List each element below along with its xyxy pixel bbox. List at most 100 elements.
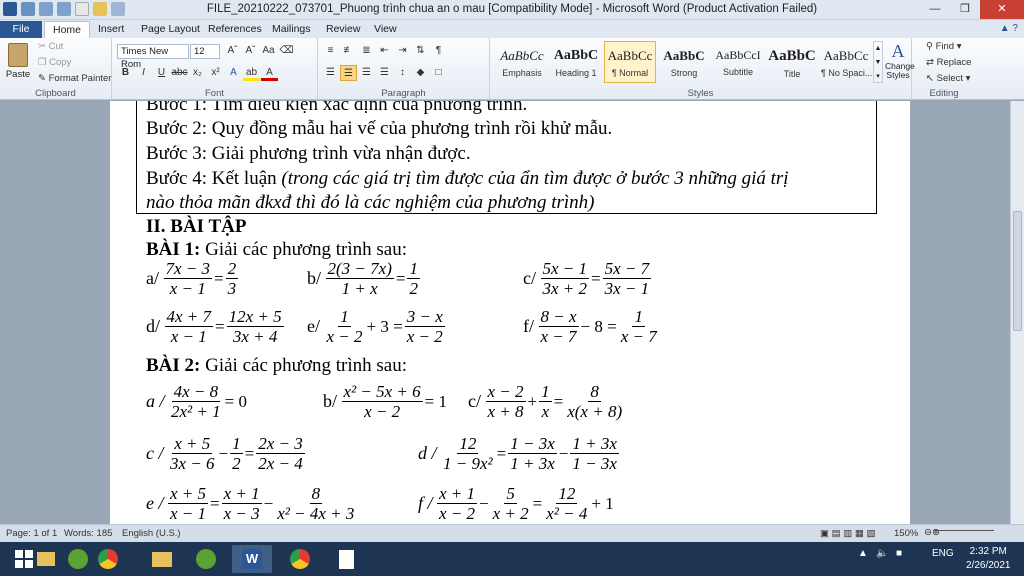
- font-size-controls: Aˆ Aˇ Aa ⌫: [224, 43, 295, 59]
- strikethrough-icon[interactable]: abc: [171, 65, 188, 81]
- tab-view[interactable]: View: [366, 21, 405, 38]
- language-indicator[interactable]: English (U.S.): [122, 528, 181, 539]
- clear-formatting-icon[interactable]: ⌫: [278, 43, 295, 59]
- align-right-icon[interactable]: ☰: [358, 65, 375, 81]
- change-case-icon[interactable]: Aa: [260, 43, 277, 59]
- style-subtitle[interactable]: AaBbCcI Subtitle: [712, 41, 764, 83]
- change-styles-button[interactable]: A Change Styles: [884, 40, 915, 86]
- tab-review[interactable]: Review: [318, 21, 368, 38]
- chrome-icon[interactable]: [88, 545, 128, 573]
- exercise-2c-second: c / x + 5 3x − 6−1 2 = 2x − 3 2x − 4: [146, 434, 305, 473]
- font-group: Times New Rom 12 Aˆ Aˇ Aa ⌫ B I U abc x₂…: [112, 38, 318, 100]
- style-title[interactable]: AaBbC Title: [766, 41, 818, 83]
- folder-icon[interactable]: [142, 545, 182, 573]
- subscript-icon[interactable]: x₂: [189, 65, 206, 81]
- page-count[interactable]: Page: 1 of 1: [6, 528, 57, 539]
- font-group-label: Font: [204, 88, 224, 99]
- tab-insert[interactable]: Insert: [90, 21, 132, 38]
- text-effects-icon[interactable]: A: [225, 65, 242, 81]
- format-painter-button[interactable]: ✎ Format Painter: [38, 73, 111, 84]
- word-count[interactable]: Words: 185: [64, 528, 112, 539]
- shrink-font-icon[interactable]: Aˇ: [242, 43, 259, 59]
- exercise-2e: e / x + 5x − 1 = x + 1x − 3−8 x² − 4x + 3: [146, 484, 355, 523]
- show-formatting-icon[interactable]: ¶: [430, 43, 447, 59]
- chrome-window-icon[interactable]: [280, 545, 320, 573]
- align-center-icon[interactable]: ☰: [340, 65, 357, 81]
- clock-date: 2/26/2021: [966, 560, 1011, 571]
- style-heading-1[interactable]: AaBbC Heading 1: [550, 41, 602, 83]
- styles-scroll-arrows[interactable]: ▲ ▼ ▾: [873, 41, 883, 83]
- borders-icon[interactable]: □: [430, 65, 447, 81]
- bold-icon[interactable]: B: [117, 65, 134, 81]
- exercise-1c: c/ 5x − 1 3x + 2 = 5x − 7 3x − 1: [523, 259, 652, 298]
- exercise-1a: a/ 7x − 3x − 1 = 2 3: [146, 259, 239, 298]
- italic-icon[interactable]: I: [135, 65, 152, 81]
- ribbon: Paste ✂ Cut ❐ Copy ✎ Format Painter Clip…: [0, 38, 1024, 100]
- coccoc-window-icon[interactable]: [186, 545, 226, 573]
- network-icon[interactable]: ■: [896, 548, 902, 559]
- scrollbar-thumb[interactable]: [1013, 211, 1022, 331]
- cursor-icon: ↖: [926, 73, 934, 84]
- exercise-1d: d/ 4x + 7x − 1 = 12x + 5 3x + 4: [146, 307, 284, 346]
- decrease-indent-icon[interactable]: ⇤: [376, 43, 393, 59]
- tab-home[interactable]: Home: [44, 21, 91, 38]
- tray-arrow-icon[interactable]: ▲: [858, 548, 868, 559]
- tab-file[interactable]: File: [0, 21, 42, 38]
- clock[interactable]: 2:32 PM 2/26/2021: [966, 545, 1011, 573]
- cut-button[interactable]: ✂ Cut: [38, 41, 63, 52]
- tab-mailings[interactable]: Mailings: [264, 21, 319, 38]
- find-button[interactable]: ⚲ Find ▾: [926, 41, 962, 52]
- step-3-line: Bước 3: Giải phương trình vừa nhận được.: [146, 143, 471, 164]
- numbering-icon[interactable]: ≢: [340, 43, 357, 59]
- sort-icon[interactable]: ⇅: [412, 43, 429, 59]
- maximize-button[interactable]: ❐: [950, 0, 980, 19]
- select-button[interactable]: ↖ Select ▾: [926, 73, 970, 84]
- style-no-spacing[interactable]: AaBbCc ¶ No Spaci...: [820, 41, 872, 83]
- tab-page-layout[interactable]: Page Layout: [133, 21, 208, 38]
- copy-button[interactable]: ❐ Copy: [38, 57, 71, 68]
- volume-icon[interactable]: 🔈: [876, 548, 888, 559]
- multilevel-list-icon[interactable]: ≣: [358, 43, 375, 59]
- increase-indent-icon[interactable]: ⇥: [394, 43, 411, 59]
- window-controls: — ❐ ✕: [920, 0, 1024, 19]
- font-color-icon[interactable]: A: [261, 65, 278, 81]
- font-size-select[interactable]: 12: [190, 44, 220, 59]
- shading-icon[interactable]: ◆: [412, 65, 429, 81]
- clipboard-group: Paste ✂ Cut ❐ Copy ✎ Format Painter Clip…: [0, 38, 112, 100]
- justify-icon[interactable]: ☰: [376, 65, 393, 81]
- line-spacing-icon[interactable]: ↕: [394, 65, 411, 81]
- view-buttons[interactable]: ▣ ▤ ▥ ▦ ▧: [820, 528, 875, 539]
- close-button[interactable]: ✕: [980, 0, 1024, 19]
- taskbar: W ▲ 🔈 ■ ENG 2:32 PM 2/26/2021: [0, 542, 1024, 576]
- exercise-2f: f / x + 1x − 2−5 x + 2 = 12 x² − 4 + 1: [418, 484, 614, 523]
- style-strong[interactable]: AaBbC Strong: [658, 41, 710, 83]
- ribbon-tabs: File Home Insert Page Layout References …: [0, 20, 1024, 38]
- tab-references[interactable]: References: [200, 21, 270, 38]
- language-indicator-tray[interactable]: ENG: [932, 548, 954, 559]
- vertical-scrollbar[interactable]: [1010, 101, 1024, 524]
- replace-button[interactable]: ⇄ Replace: [926, 57, 971, 68]
- minimize-button[interactable]: —: [920, 0, 950, 19]
- superscript-icon[interactable]: x²: [207, 65, 224, 81]
- styles-group-label: Styles: [687, 88, 714, 99]
- blank-document-icon[interactable]: [326, 545, 366, 573]
- style-normal[interactable]: AaBbCc ¶ Normal: [604, 41, 656, 83]
- align-left-icon[interactable]: ☰: [322, 65, 339, 81]
- font-family-select[interactable]: Times New Rom: [117, 44, 189, 70]
- exercise-2-heading: BÀI 2: Giải các phương trình sau:: [146, 355, 407, 376]
- zoom-level[interactable]: 150%: [894, 528, 918, 539]
- bullets-icon[interactable]: ≡: [322, 43, 339, 59]
- highlight-color-icon[interactable]: ab: [243, 65, 260, 81]
- underline-icon[interactable]: U: [153, 65, 170, 81]
- list-controls: ≡ ≢ ≣ ⇤ ⇥ ⇅ ¶: [322, 43, 447, 59]
- style-emphasis[interactable]: AaBbCc Emphasis: [496, 41, 548, 83]
- step-1-line: Bước 1: Tìm điều kiện xác định của phươn…: [146, 101, 528, 115]
- grow-font-icon[interactable]: Aˆ: [224, 43, 241, 59]
- document-page[interactable]: Bước 1: Tìm điều kiện xác định của phươn…: [110, 101, 910, 524]
- document-area: Bước 1: Tìm điều kiện xác định của phươn…: [0, 101, 1010, 524]
- word-taskbar-icon[interactable]: W: [232, 545, 272, 573]
- exercise-2c-first: c/ x − 2x + 8 +1 x = 8 x(x + 8): [468, 382, 623, 421]
- help-icon[interactable]: ▲ ?: [1000, 23, 1018, 34]
- paste-button[interactable]: Paste: [4, 40, 32, 84]
- zoom-slider[interactable]: ⊖ ⊕: [924, 527, 994, 538]
